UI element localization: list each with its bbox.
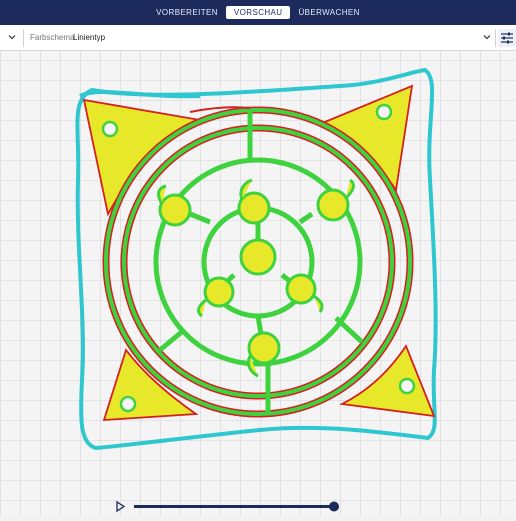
tab-preview[interactable]: VORSCHAU	[225, 6, 291, 19]
divider	[23, 29, 24, 47]
color-scheme-select[interactable]: Linientyp	[73, 33, 105, 42]
sliders-icon	[501, 32, 513, 44]
path-slider-handle[interactable]	[329, 501, 339, 512]
chevron-down-icon[interactable]	[7, 32, 17, 42]
tab-prepare[interactable]: VORBEREITEN	[148, 6, 226, 19]
preview-viewport[interactable]	[0, 51, 516, 516]
tab-monitor[interactable]: ÜBERWACHEN	[290, 6, 367, 19]
chevron-down-icon[interactable]	[482, 32, 492, 42]
playback-controls	[116, 500, 339, 513]
divider	[495, 29, 496, 47]
color-scheme-label: Farbschema	[30, 33, 75, 42]
build-plate	[0, 51, 516, 516]
play-icon[interactable]	[116, 500, 126, 513]
view-toolbar: Farbschema Linientyp	[0, 25, 516, 51]
stage-menu-bar: VORBEREITEN VORSCHAU ÜBERWACHEN	[0, 0, 516, 25]
stage-tabs: VORBEREITEN VORSCHAU ÜBERWACHEN	[0, 6, 516, 19]
layer-playback	[110, 496, 350, 516]
settings-button[interactable]	[498, 29, 516, 47]
